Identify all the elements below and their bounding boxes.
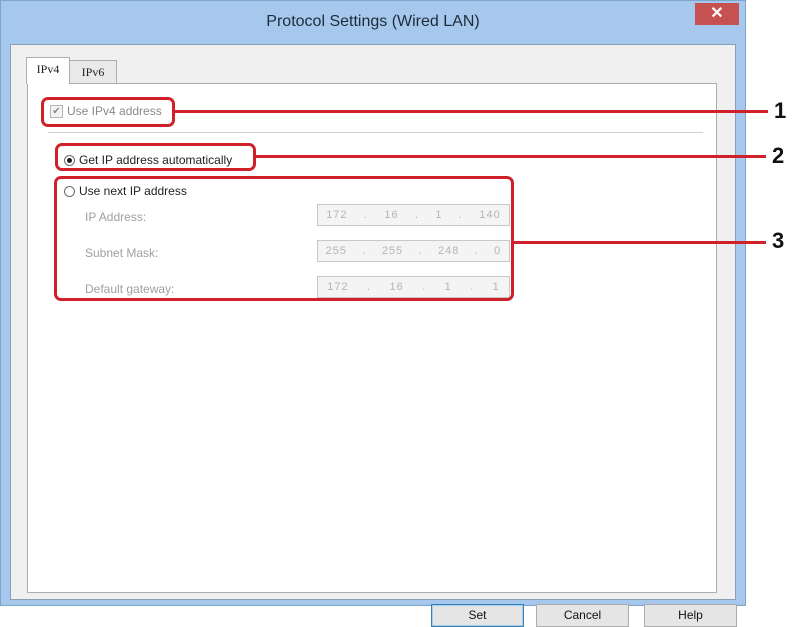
cancel-button[interactable]: Cancel [536,604,629,627]
separator [48,132,703,133]
callout-leader-1 [175,110,768,113]
close-button[interactable]: ✕ [695,3,739,25]
dialog-body: IPv4 IPv6 ✔ Use IPv4 address Get IP addr… [10,44,737,627]
protocol-settings-dialog: Protocol Settings (Wired LAN) ✕ IPv4 IPv… [0,0,746,627]
tab-ipv4[interactable]: IPv4 [26,57,70,84]
title-bar[interactable]: Protocol Settings (Wired LAN) ✕ [1,1,745,45]
callout-leader-2 [256,155,766,158]
callout-leader-3 [514,241,766,244]
window-title: Protocol Settings (Wired LAN) [266,13,480,30]
callout-box-2 [55,143,256,171]
close-icon: ✕ [710,5,724,22]
callout-box-3 [54,176,514,301]
callout-box-1 [41,97,175,127]
help-button[interactable]: Help [644,604,737,627]
set-button[interactable]: Set [431,604,524,627]
callout-number-2: 2 [772,143,785,168]
callout-number-3: 3 [772,228,785,253]
callout-number-1: 1 [774,98,787,123]
tab-ipv6[interactable]: IPv6 [69,60,117,84]
